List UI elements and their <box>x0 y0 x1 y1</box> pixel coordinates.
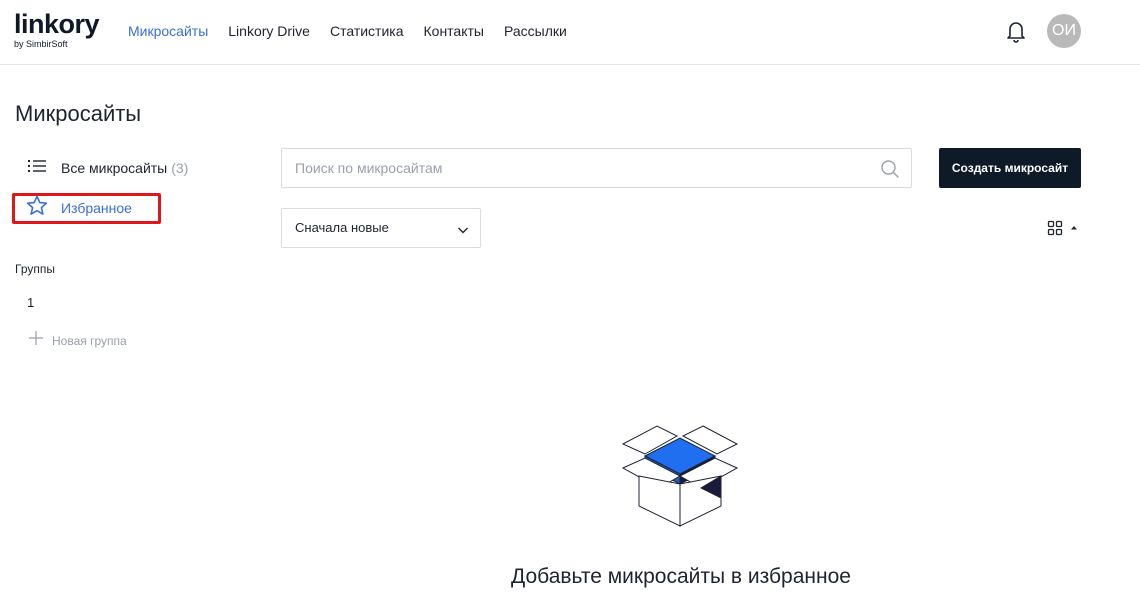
nav-item-statistics[interactable]: Статистика <box>330 22 404 40</box>
sidebar-item-label: Избранное <box>61 200 132 216</box>
new-group-button[interactable]: Новая группа <box>29 331 127 350</box>
sort-select-value: Сначала новые <box>295 220 389 235</box>
avatar[interactable]: ОИ <box>1047 14 1081 48</box>
nav-item-mailings[interactable]: Рассылки <box>504 22 567 40</box>
sidebar-item-favorites[interactable]: Избранное <box>26 195 132 221</box>
microsites-count: (3) <box>171 160 189 176</box>
logo-text: linkory <box>14 9 100 39</box>
new-group-label: Новая группа <box>52 333 127 348</box>
sort-select[interactable]: Сначала новые <box>281 208 481 248</box>
empty-state-message: Добавьте микросайты в избранное <box>511 565 851 588</box>
main-nav: Микросайты Linkory Drive Статистика Конт… <box>128 22 587 40</box>
star-icon <box>26 195 48 221</box>
logo-subtitle: by SimbirSoft <box>14 39 68 49</box>
logo[interactable]: linkory by SimbirSoft <box>14 9 100 49</box>
sidebar-item-label: Все микросайты <box>61 160 168 176</box>
bell-icon[interactable] <box>1004 18 1028 44</box>
chevron-down-icon <box>457 223 469 235</box>
create-microsite-button[interactable]: Создать микросайт <box>939 148 1081 188</box>
group-item[interactable]: 1 <box>27 295 34 310</box>
list-icon <box>28 159 46 178</box>
nav-item-contacts[interactable]: Контакты <box>424 22 484 40</box>
nav-item-linkory-drive[interactable]: Linkory Drive <box>228 22 310 40</box>
sidebar-item-all-microsites[interactable]: Все микросайты (3) <box>28 157 188 179</box>
grid-view-icon <box>1046 220 1082 243</box>
view-toggle[interactable] <box>1046 219 1082 239</box>
page-title: Микросайты <box>15 101 142 126</box>
plus-icon <box>29 331 43 350</box>
search-icon[interactable] <box>880 159 900 179</box>
search-input[interactable] <box>295 149 865 187</box>
nav-item-microsites[interactable]: Микросайты <box>128 22 208 40</box>
search-box <box>281 148 912 188</box>
top-header: linkory by SimbirSoft Микросайты Linkory… <box>0 0 1140 65</box>
open-box-icon <box>617 422 743 528</box>
groups-heading: Группы <box>15 262 55 276</box>
